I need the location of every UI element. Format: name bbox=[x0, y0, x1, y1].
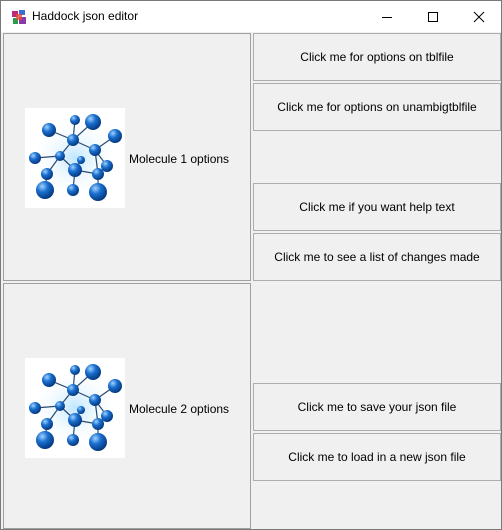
title-bar[interactable]: Haddock json editor bbox=[1, 1, 501, 32]
molecule-icon bbox=[25, 108, 125, 208]
tblfile-options-button[interactable]: Click me for options on tblfile bbox=[253, 33, 501, 81]
main-window: Haddock json editor Molecule 1 options M… bbox=[0, 0, 502, 530]
minimize-icon bbox=[382, 16, 392, 18]
changes-list-button[interactable]: Click me to see a list of changes made bbox=[253, 233, 501, 281]
molecule-2-panel: Molecule 2 options bbox=[3, 283, 251, 529]
haddock-app-icon bbox=[11, 9, 27, 25]
molecule-2-label: Molecule 2 options bbox=[129, 402, 230, 416]
close-icon bbox=[473, 11, 485, 22]
molecule-icon bbox=[25, 358, 125, 458]
minimize-button[interactable] bbox=[364, 1, 410, 32]
load-json-button[interactable]: Click me to load in a new json file bbox=[253, 433, 501, 481]
molecule-1-panel: Molecule 1 options bbox=[3, 33, 251, 281]
molecule-1-label: Molecule 1 options bbox=[129, 152, 230, 166]
maximize-button[interactable] bbox=[410, 1, 456, 32]
close-button[interactable] bbox=[456, 1, 502, 32]
window-title: Haddock json editor bbox=[32, 9, 139, 23]
help-text-button[interactable]: Click me if you want help text bbox=[253, 183, 501, 231]
save-json-button[interactable]: Click me to save your json file bbox=[253, 383, 501, 431]
maximize-icon bbox=[428, 11, 438, 22]
unambigtblfile-options-button[interactable]: Click me for options on unambigtblfile bbox=[253, 83, 501, 131]
molecule-1-image[interactable] bbox=[25, 108, 125, 208]
molecule-2-image[interactable] bbox=[25, 358, 125, 458]
